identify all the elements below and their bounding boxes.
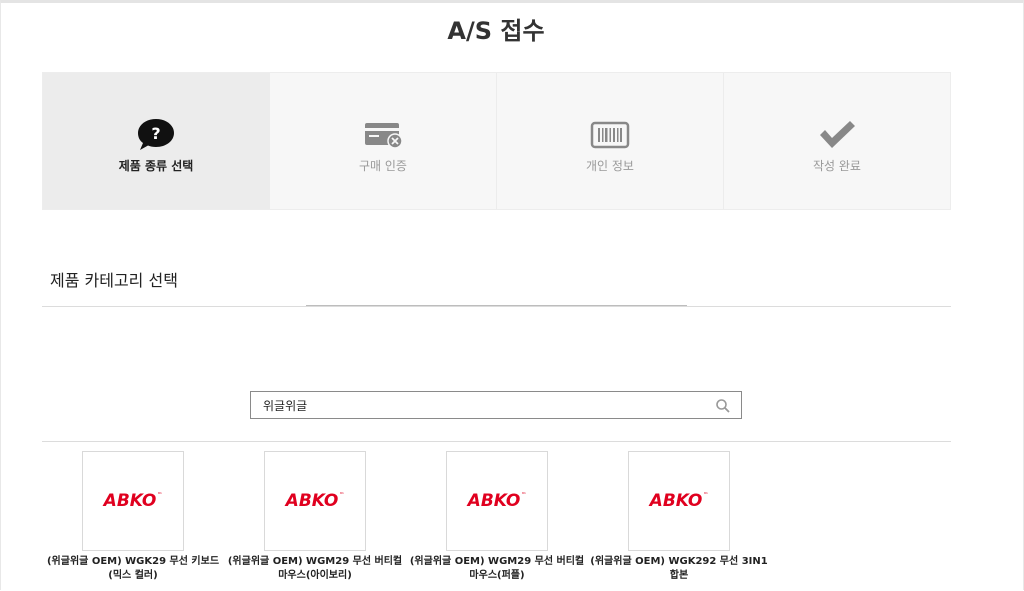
- step-label: 개인 정보: [586, 159, 634, 173]
- svg-text:?: ?: [151, 124, 160, 143]
- step-personal-info[interactable]: 개인 정보: [497, 73, 724, 209]
- product-name[interactable]: (위글위글 OEM) WGK292 무선 3IN1 합본: [588, 555, 770, 583]
- abko-logo: ABKO ™: [285, 491, 345, 511]
- product-list: ABKO ™ (위글위글 OEM) WGK29 무선 키보드(믹스 컬러) ABK…: [42, 451, 951, 591]
- step-label: 구매 인증: [359, 159, 407, 173]
- abko-logo: ABKO ™: [649, 491, 709, 511]
- step-complete[interactable]: 작성 완료: [724, 73, 950, 209]
- barcode-icon: [580, 117, 640, 153]
- divider: [42, 441, 951, 442]
- product-name[interactable]: (위글위글 OEM) WGM29 무선 버티컬 마우스(퍼플): [406, 555, 588, 583]
- abko-logo: ABKO ™: [103, 491, 163, 511]
- section-title: 제품 카테고리 선택: [50, 271, 178, 290]
- search-box: [250, 391, 742, 419]
- checkmark-icon: [807, 117, 867, 153]
- step-label: 제품 종류 선택: [118, 159, 194, 173]
- product-name[interactable]: (위글위글 OEM) WGM29 무선 버티컬 마우스(아이보리): [224, 555, 406, 583]
- product-thumbnail[interactable]: ABKO ™: [628, 451, 730, 551]
- abko-logo: ABKO ™: [467, 491, 527, 511]
- product-name[interactable]: (위글위글 OEM) WGK29 무선 키보드(믹스 컬러): [42, 555, 224, 583]
- step-purchase-verify[interactable]: 구매 인증: [270, 73, 497, 209]
- step-progress-bar: ? 제품 종류 선택 구매 인증 개인 정보 작성 완료: [42, 72, 951, 210]
- divider: [42, 306, 951, 307]
- card-cancel-icon: [353, 117, 413, 153]
- step-product-type[interactable]: ? 제품 종류 선택: [43, 73, 270, 209]
- product-thumbnail[interactable]: ABKO ™: [264, 451, 366, 551]
- divider-accent: [306, 305, 687, 306]
- page-title: A/S 접수: [447, 17, 545, 45]
- question-bubble-icon: ?: [126, 117, 186, 153]
- page-frame: A/S 접수 ? 제품 종류 선택 구매 인증 개인 정보 작성 완료 제품 카…: [0, 0, 1024, 590]
- product-thumbnail[interactable]: ABKO ™: [446, 451, 548, 551]
- product-thumbnail[interactable]: ABKO ™: [82, 451, 184, 551]
- search-input[interactable]: [251, 392, 711, 418]
- step-label: 작성 완료: [813, 159, 861, 173]
- search-icon[interactable]: [715, 398, 731, 414]
